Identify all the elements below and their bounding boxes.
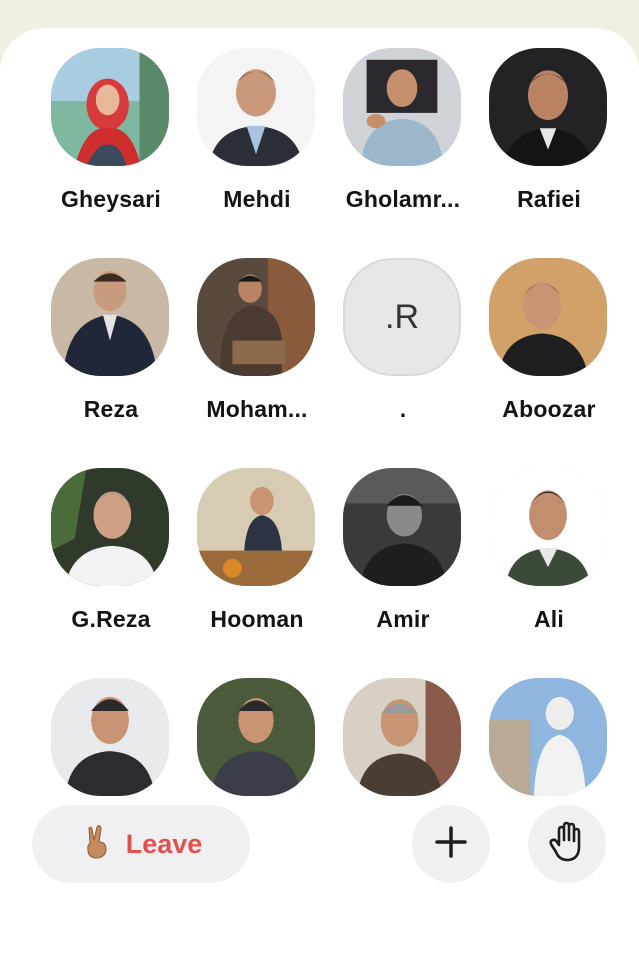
participant-name: Aboozar bbox=[502, 396, 596, 422]
raised-hand-icon bbox=[547, 821, 587, 868]
avatar bbox=[51, 258, 169, 376]
avatar bbox=[489, 258, 607, 376]
participant-tile[interactable]: Aboozar bbox=[470, 258, 610, 468]
avatar bbox=[343, 48, 461, 166]
avatar bbox=[343, 468, 461, 586]
participant-tile[interactable] bbox=[32, 678, 172, 808]
participant-name: Gholamr... bbox=[345, 186, 461, 212]
participant-tile[interactable]: Mehdi bbox=[178, 48, 318, 258]
victory-hand-emoji-icon bbox=[80, 824, 112, 865]
participant-name: Rafiei bbox=[517, 186, 581, 212]
participant-tile[interactable]: G.Reza bbox=[32, 468, 172, 678]
leave-label: Leave bbox=[125, 828, 203, 859]
avatar bbox=[51, 678, 169, 796]
participant-name: Reza bbox=[83, 396, 139, 422]
avatar bbox=[197, 678, 315, 796]
avatar-initials: .R bbox=[343, 258, 461, 376]
avatar bbox=[489, 48, 607, 166]
participant-name: Gheysari bbox=[60, 186, 162, 212]
plus-icon bbox=[434, 825, 468, 864]
avatar bbox=[51, 468, 169, 586]
participant-name: Moham... bbox=[206, 396, 308, 422]
participant-tile[interactable]: .R . bbox=[324, 258, 464, 468]
participant-tile[interactable]: Gholamr... bbox=[324, 48, 464, 258]
avatar bbox=[489, 678, 607, 796]
participant-tile[interactable] bbox=[470, 678, 610, 808]
avatar bbox=[197, 48, 315, 166]
participant-tile[interactable]: Hooman bbox=[178, 468, 318, 678]
bottom-controls: Leave bbox=[0, 802, 639, 902]
add-button[interactable] bbox=[412, 805, 490, 883]
avatar bbox=[197, 258, 315, 376]
avatar bbox=[51, 48, 169, 166]
participant-tile[interactable]: Moham... bbox=[178, 258, 318, 468]
participant-name: Ali bbox=[534, 606, 564, 632]
participant-name: Amir bbox=[376, 606, 430, 632]
participant-tile[interactable]: Gheysari bbox=[32, 48, 172, 258]
participant-name: Mehdi bbox=[223, 186, 291, 212]
participant-name: Hooman bbox=[210, 606, 304, 632]
participant-tile[interactable] bbox=[178, 678, 318, 808]
participant-tile[interactable] bbox=[324, 678, 464, 808]
participant-tile[interactable]: Rafiei bbox=[470, 48, 610, 258]
participant-tile[interactable]: Amir bbox=[324, 468, 464, 678]
participant-tile[interactable]: Reza bbox=[32, 258, 172, 468]
leave-button[interactable]: Leave bbox=[32, 805, 250, 883]
avatar bbox=[489, 468, 607, 586]
participant-name: . bbox=[399, 396, 407, 422]
participant-tile[interactable]: Ali bbox=[470, 468, 610, 678]
participant-grid: Gheysari Mehdi Gholamr... Rafiei Reza Mo… bbox=[32, 48, 610, 808]
participant-name: G.Reza bbox=[71, 606, 151, 632]
raise-hand-button[interactable] bbox=[528, 805, 606, 883]
avatar bbox=[343, 678, 461, 796]
avatar bbox=[197, 468, 315, 586]
